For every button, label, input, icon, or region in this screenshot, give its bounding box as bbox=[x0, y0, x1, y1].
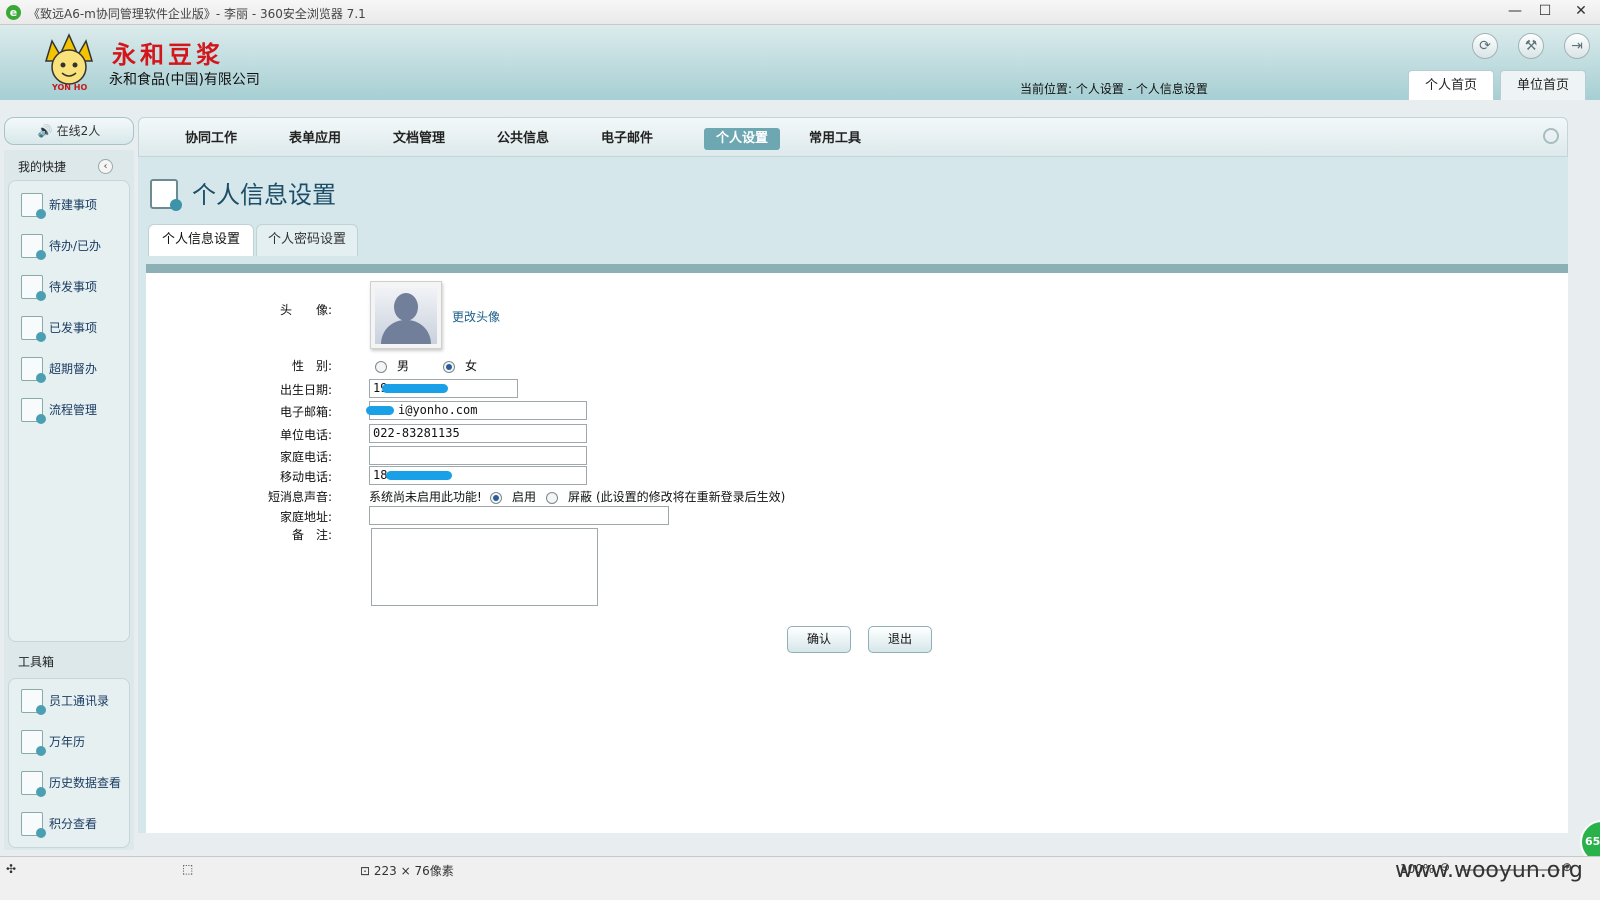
sidebar-item-directory[interactable]: 员工通讯录 bbox=[21, 687, 109, 715]
divider bbox=[146, 264, 1568, 273]
redaction-mark bbox=[366, 406, 394, 415]
sidebar-item-sent[interactable]: 已发事项 bbox=[21, 314, 97, 342]
online-count-label: 在线2人 bbox=[56, 124, 101, 138]
toolbox-panel: 员工通讯录 万年历 历史数据查看 积分查看 bbox=[8, 678, 130, 848]
confirm-button[interactable]: 确认 bbox=[787, 626, 851, 653]
birth-date-label: 出生日期: bbox=[280, 383, 333, 397]
sidebar-item-calendar[interactable]: 万年历 bbox=[21, 728, 85, 756]
sms-sound-label: 短消息声音: bbox=[268, 490, 333, 504]
directory-icon bbox=[21, 689, 46, 715]
gender-label: 性 别: bbox=[292, 359, 333, 373]
personal-info-form: 头 像: 更改头像 性 别: 男 女 出生日期: 19 电子邮箱: i@yonh… bbox=[146, 273, 1568, 833]
close-button[interactable]: ✕ bbox=[1562, 0, 1600, 22]
remark-label: 备 注: bbox=[292, 528, 333, 542]
nav-forms[interactable]: 表单应用 bbox=[277, 128, 353, 150]
sidebar-item-todo[interactable]: 待办/已办 bbox=[21, 232, 101, 260]
shortcuts-title: 我的快捷 bbox=[18, 160, 67, 174]
mobile-label: 移动电话: bbox=[280, 470, 333, 484]
gender-female-label: 女 bbox=[465, 359, 478, 373]
move-icon: ✣ bbox=[6, 862, 17, 876]
email-input[interactable]: i@yonho.com bbox=[369, 401, 587, 420]
sent-icon bbox=[21, 316, 46, 342]
window-title: 《致远A6-m协同管理软件企业版》- 李丽 - 360安全浏览器 7.1 bbox=[28, 7, 366, 21]
nav-personal-settings[interactable]: 个人设置 bbox=[704, 128, 780, 150]
minimize-button[interactable]: — bbox=[1500, 0, 1530, 22]
address-input[interactable] bbox=[369, 506, 669, 525]
redaction-mark bbox=[382, 384, 448, 393]
sidebar-item-points[interactable]: 积分查看 bbox=[21, 810, 97, 838]
shortcuts-panel: 新建事项 待办/已办 待发事项 已发事项 超期督办 流程管理 bbox=[8, 180, 130, 642]
online-count[interactable]: 🔊 在线2人 bbox=[4, 117, 134, 145]
avatar-placeholder-icon bbox=[375, 286, 437, 344]
tab-personal-home[interactable]: 个人首页 bbox=[1408, 70, 1494, 100]
sms-enable-radio[interactable] bbox=[490, 492, 502, 504]
breadcrumb: 当前位置: 个人设置 - 个人信息设置 bbox=[1020, 82, 1208, 96]
avatar-label: 头 像: bbox=[280, 303, 333, 317]
gender-male-radio[interactable] bbox=[375, 361, 387, 373]
sms-enable-label: 启用 bbox=[512, 490, 537, 504]
exit-button[interactable]: 退出 bbox=[868, 626, 932, 653]
refresh-icon[interactable]: ⟳ bbox=[1472, 33, 1498, 59]
browser-icon: e bbox=[6, 5, 21, 20]
brand-logo-text: 永和豆浆 bbox=[112, 40, 224, 69]
sms-hint: (此设置的修改将在重新登录后生效) bbox=[596, 490, 786, 504]
app-header: YON HO 永和豆浆 永和食品(中国)有限公司 当前位置: 个人设置 - 个人… bbox=[0, 25, 1600, 100]
tools-icon[interactable]: ⚒ bbox=[1518, 33, 1544, 59]
nav-email[interactable]: 电子邮件 bbox=[589, 128, 665, 150]
toolbox-title: 工具箱 bbox=[18, 655, 55, 669]
todo-icon bbox=[21, 234, 46, 260]
logo-en-text: YON HO bbox=[52, 83, 88, 92]
window-titlebar: e 《致远A6-m协同管理软件企业版》- 李丽 - 360安全浏览器 7.1 —… bbox=[0, 0, 1600, 25]
email-label: 电子邮箱: bbox=[280, 405, 333, 419]
watermark: www.wooyun.org bbox=[1395, 858, 1583, 883]
tab-personal-info[interactable]: 个人信息设置 bbox=[148, 224, 254, 256]
sidebar: 我的快捷 ‹ 新建事项 待办/已办 待发事项 已发事项 超期督办 流程管理 工具… bbox=[4, 150, 134, 850]
main-nav: 协同工作 表单应用 文档管理 公共信息 电子邮件 个人设置 常用工具 bbox=[138, 117, 1568, 157]
office-phone-label: 单位电话: bbox=[280, 428, 333, 442]
speaker-icon: 🔊 bbox=[37, 124, 53, 138]
change-avatar-link[interactable]: 更改头像 bbox=[452, 308, 500, 325]
redaction-mark bbox=[386, 471, 452, 480]
sms-note: 系统尚未启用此功能! bbox=[369, 490, 482, 504]
company-name: 永和食品(中国)有限公司 bbox=[109, 72, 260, 88]
nav-public-info[interactable]: 公共信息 bbox=[485, 128, 561, 150]
tab-password[interactable]: 个人密码设置 bbox=[256, 224, 358, 256]
gear-icon[interactable] bbox=[1543, 128, 1559, 144]
sms-disable-radio[interactable] bbox=[546, 492, 558, 504]
selection-icon: ⬚ bbox=[182, 862, 194, 876]
home-phone-label: 家庭电话: bbox=[280, 450, 333, 464]
avatar bbox=[370, 281, 442, 349]
home-phone-input[interactable] bbox=[369, 446, 587, 465]
page-title: 个人信息设置 bbox=[192, 181, 336, 209]
calendar-icon bbox=[21, 730, 46, 756]
gender-female-radio[interactable] bbox=[443, 361, 455, 373]
nav-documents[interactable]: 文档管理 bbox=[381, 128, 457, 150]
remark-textarea[interactable] bbox=[371, 528, 598, 606]
tab-unit-home[interactable]: 单位首页 bbox=[1500, 70, 1586, 100]
warning-icon bbox=[21, 357, 46, 383]
personal-info-icon bbox=[150, 179, 182, 211]
sidebar-item-overdue[interactable]: 超期督办 bbox=[21, 355, 97, 383]
points-icon bbox=[21, 812, 46, 838]
nav-common-tools[interactable]: 常用工具 bbox=[797, 128, 873, 150]
gender-male-label: 男 bbox=[397, 359, 410, 373]
content-area: 个人信息设置 个人信息设置 个人密码设置 头 像: 更改头像 性 别: 男 女 … bbox=[138, 157, 1568, 833]
history-icon bbox=[21, 771, 46, 797]
office-phone-input[interactable]: 022-83281135 bbox=[369, 424, 587, 443]
sidebar-item-pending-send[interactable]: 待发事项 bbox=[21, 273, 97, 301]
sms-disable-label: 屏蔽 bbox=[568, 490, 593, 504]
new-item-icon bbox=[21, 193, 46, 219]
sidebar-item-new[interactable]: 新建事项 bbox=[21, 191, 97, 219]
pending-send-icon bbox=[21, 275, 46, 301]
logout-icon[interactable]: ⇥ bbox=[1564, 33, 1590, 59]
sidebar-item-workflow[interactable]: 流程管理 bbox=[21, 396, 97, 424]
address-label: 家庭地址: bbox=[280, 510, 333, 524]
maximize-button[interactable]: ☐ bbox=[1530, 0, 1560, 22]
nav-collaboration[interactable]: 协同工作 bbox=[173, 128, 249, 150]
sidebar-item-history[interactable]: 历史数据查看 bbox=[21, 769, 121, 797]
workflow-icon bbox=[21, 398, 46, 424]
size-readout: ⊡ 223 × 76像素 bbox=[360, 864, 454, 878]
collapse-sidebar-button[interactable]: ‹ bbox=[98, 159, 113, 174]
status-bar: ✣ ⬚ ⊡ 223 × 76像素 100% ⊖ ⊕ bbox=[0, 856, 1600, 900]
